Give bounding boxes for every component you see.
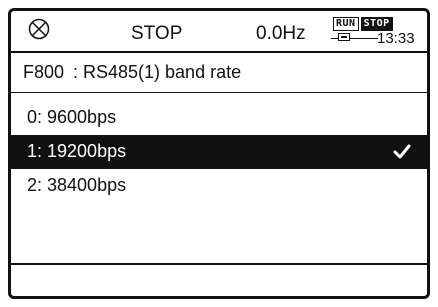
parameter-code: F800 (23, 62, 65, 82)
option-9600[interactable]: 0: 9600bps (11, 101, 427, 135)
checkmark-icon (393, 144, 411, 160)
run-state-text: STOP (131, 23, 183, 44)
mode-run-label: RUN (333, 17, 359, 31)
option-label: 0: 9600bps (27, 107, 117, 127)
option-label: 1: 19200bps (27, 141, 127, 161)
mode-indicator: RUN STOP (333, 17, 393, 31)
option-label: 2: 38400bps (27, 175, 127, 195)
status-bar: STOP 0.0Hz RUN STOP 13:33 (11, 11, 427, 51)
battery-icon (338, 33, 350, 41)
inverter-display: STOP 0.0Hz RUN STOP 13:33 F800 : RS485(1… (8, 8, 430, 299)
option-38400[interactable]: 2: 38400bps (11, 169, 427, 203)
parameter-header: F800 : RS485(1) band rate (11, 51, 427, 93)
option-19200[interactable]: 1: 19200bps (11, 135, 427, 169)
footer-divider (11, 263, 427, 265)
mode-stop-label: STOP (360, 17, 393, 31)
stop-status-icon (28, 18, 50, 40)
clock: 13:33 (377, 30, 415, 47)
frequency-readout: 0.0Hz (256, 23, 306, 44)
parameter-title: : RS485(1) band rate (73, 62, 242, 82)
option-list: 0: 9600bps 1: 19200bps 2: 38400bps (11, 101, 427, 203)
